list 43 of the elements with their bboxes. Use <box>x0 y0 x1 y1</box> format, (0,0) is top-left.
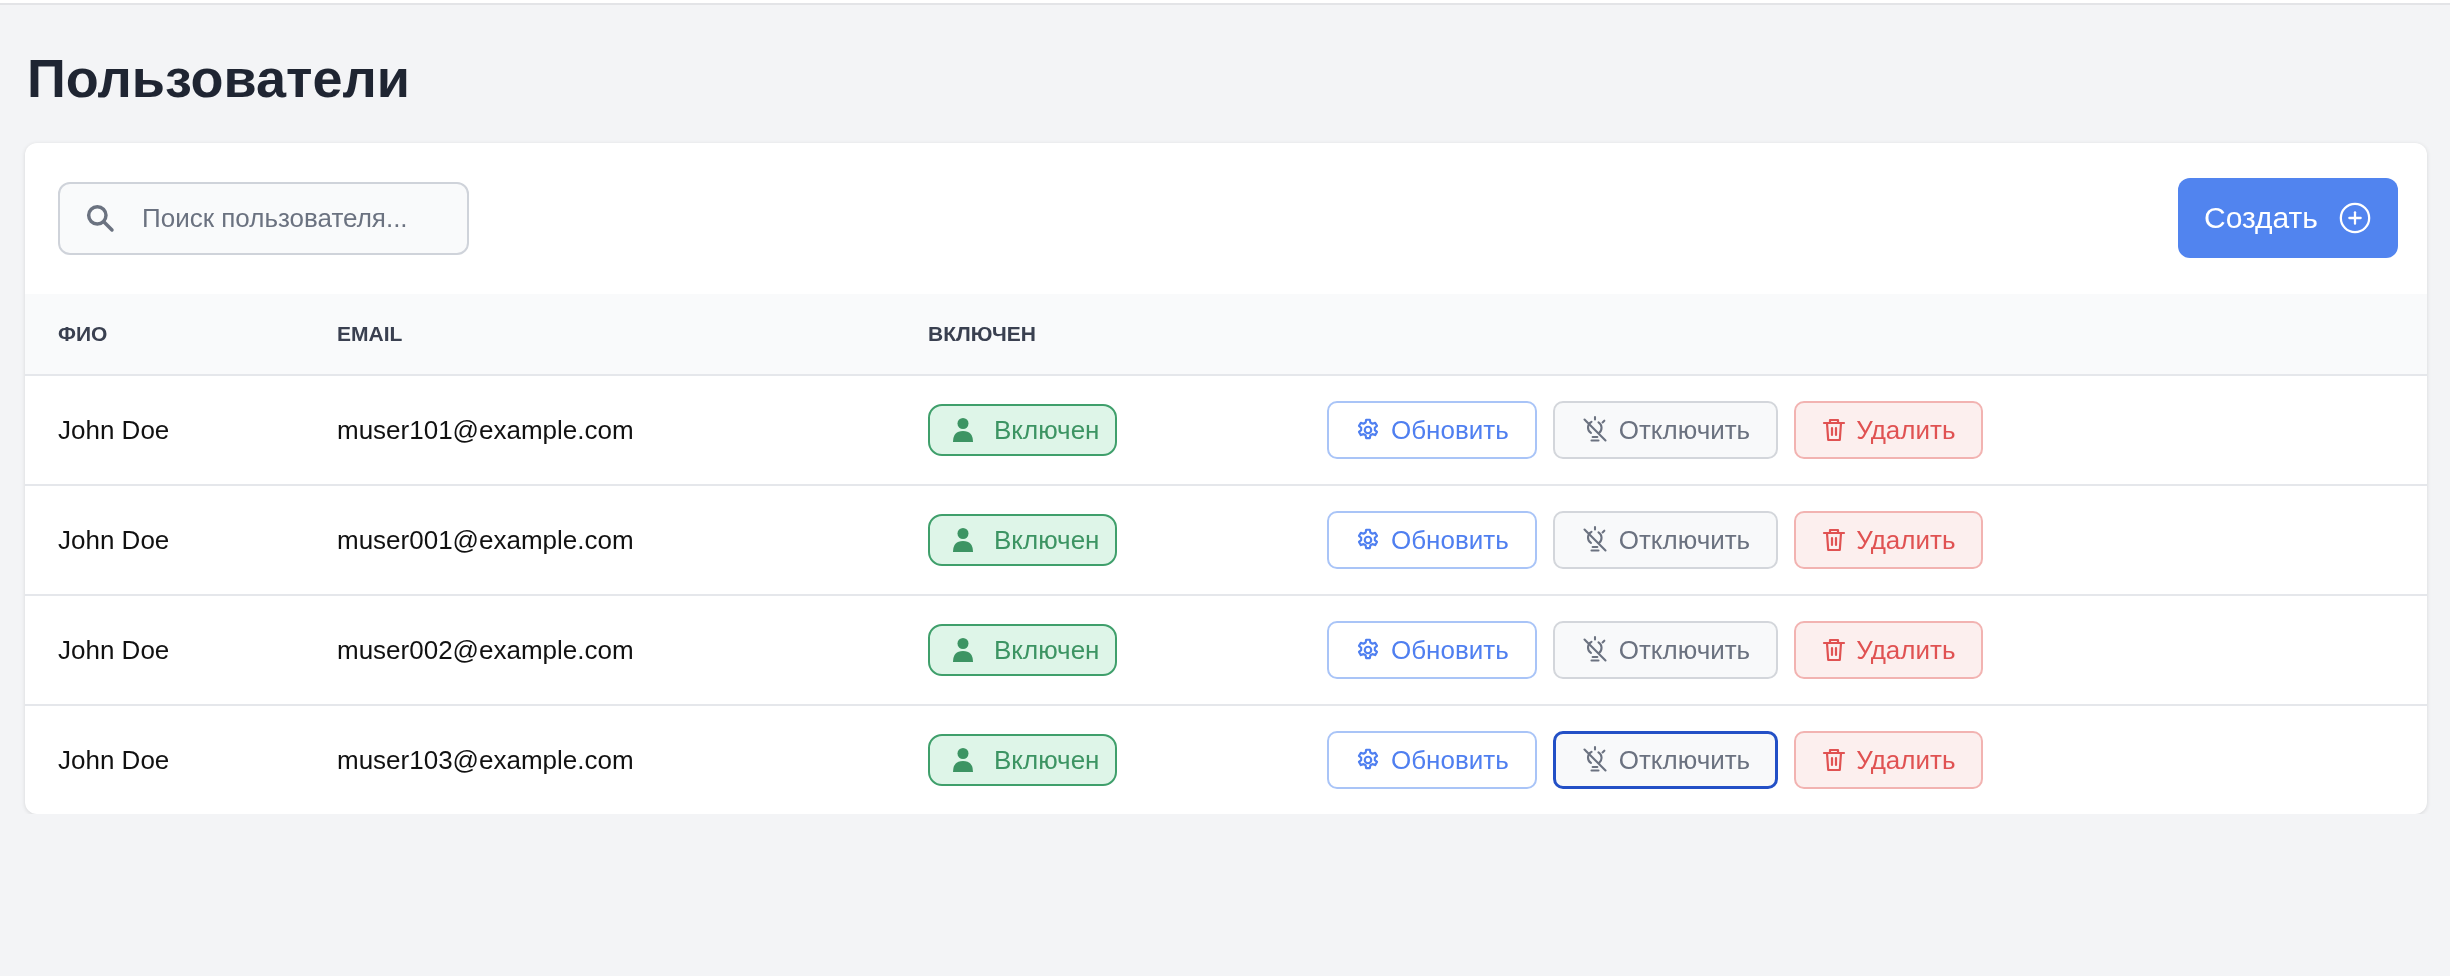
email-cell-text: muser001@example.com <box>337 524 635 556</box>
plus-circle-icon <box>2338 201 2372 235</box>
disable-button[interactable]: Отключить <box>1552 621 1779 679</box>
update-button[interactable]: Обновить <box>1327 401 1537 459</box>
trash-icon <box>1822 527 1847 553</box>
page-title: Пользователи <box>26 47 411 110</box>
email-cell-text: muser103@example.com <box>337 744 635 776</box>
bulb-off-icon <box>1580 636 1609 664</box>
column-header: ФИО <box>58 322 109 346</box>
disable-button[interactable]: Отключить <box>1552 731 1779 789</box>
person-icon <box>952 527 974 553</box>
create-button[interactable]: Создать <box>2178 178 2398 258</box>
email-cell-text: muser002@example.com <box>337 634 635 666</box>
status-badge: Включен <box>928 404 1118 456</box>
column-header: ВКЛЮЧЕН <box>928 322 1038 346</box>
delete-button[interactable]: Удалить <box>1794 621 1984 679</box>
trash-icon <box>1822 747 1847 773</box>
trash-icon <box>1822 637 1847 663</box>
bulb-off-icon <box>1580 746 1609 774</box>
name-cell-text: John Doe <box>58 634 171 666</box>
delete-button[interactable]: Удалить <box>1794 511 1984 569</box>
bulb-off-icon <box>1580 416 1609 444</box>
update-button[interactable]: Обновить <box>1327 731 1537 789</box>
delete-button[interactable]: Удалить <box>1794 731 1984 789</box>
person-icon <box>952 417 974 443</box>
update-button[interactable]: Обновить <box>1327 511 1537 569</box>
trash-icon <box>1822 417 1847 443</box>
bulb-off-icon <box>1580 526 1609 554</box>
delete-button[interactable]: Удалить <box>1794 401 1984 459</box>
column-header: EMAIL <box>337 322 404 346</box>
status-badge: Включен <box>928 624 1118 676</box>
email-cell-text: muser101@example.com <box>337 414 635 446</box>
person-icon <box>952 747 974 773</box>
name-cell-text: John Doe <box>58 744 171 776</box>
disable-button[interactable]: Отключить <box>1552 401 1779 459</box>
update-button[interactable]: Обновить <box>1327 621 1537 679</box>
name-cell-text: John Doe <box>58 524 171 556</box>
disable-button[interactable]: Отключить <box>1552 511 1779 569</box>
status-badge: Включен <box>928 514 1118 566</box>
name-cell-text: John Doe <box>58 414 171 446</box>
status-badge: Включен <box>928 734 1118 786</box>
search-field[interactable]: Поиск пользователя... <box>58 181 469 255</box>
person-icon <box>952 637 974 663</box>
